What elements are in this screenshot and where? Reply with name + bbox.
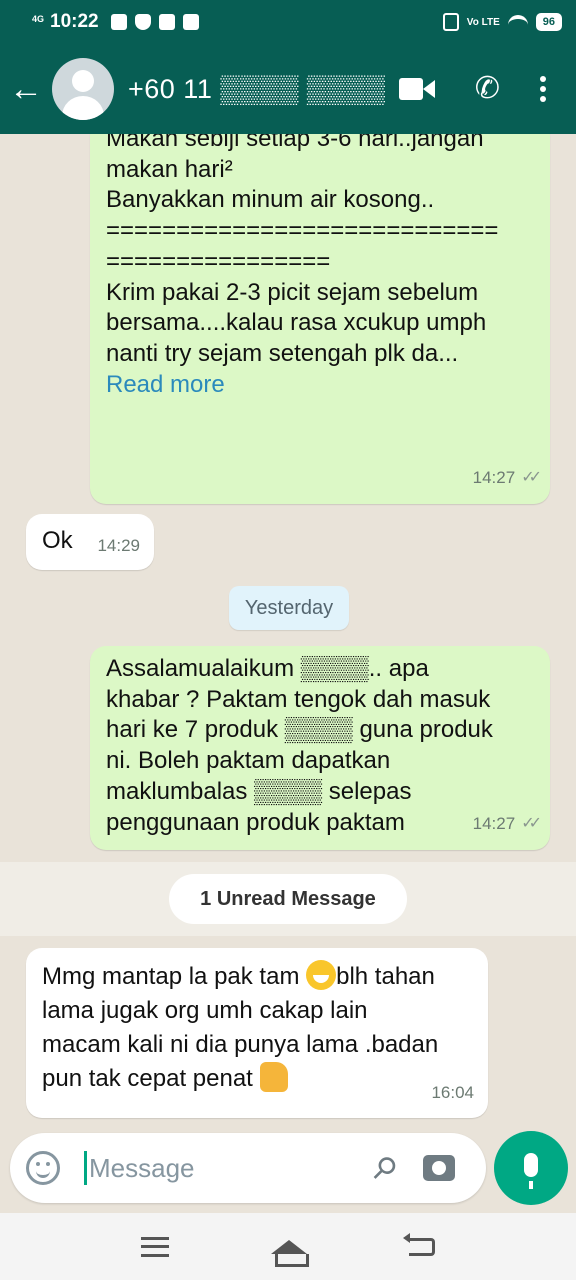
emoji-icon[interactable] [26,1151,60,1185]
paperclip-icon[interactable]: ⚲ [364,1148,404,1188]
message-line: Makan sebiji setiap 3-6 hari..jangan [106,134,484,152]
message-line: ni. Boleh paktam dapatkan [106,747,391,775]
day-divider: Yesterday [229,586,349,630]
status-bar: 4G 10:22 Vo LTE 96 [0,0,576,44]
message-compose-bar: ⚲ [10,1133,486,1203]
back-arrow-icon[interactable]: ← [4,72,48,106]
grinning-face-emoji-icon [306,960,337,990]
thumbs-up-emoji-icon [259,1062,288,1092]
more-options-icon[interactable] [540,76,546,102]
message-line: macam kali ni dia punya lama .badan [42,1031,439,1058]
video-call-icon[interactable] [398,78,435,100]
message-line: hari ke 7 produk ▒▒▒▒ guna produk [106,716,493,744]
message-time: 14:27 [472,468,516,488]
message-line: khabar ? Paktam tengok dah masuk [106,685,491,713]
message-input[interactable] [89,1152,359,1184]
message-line: Mmg mantap la pak tam [42,963,300,990]
vibrate-icon [442,13,459,31]
message-time: 16:04 [431,1083,474,1102]
read-ticks-icon: ✓✓ [521,469,542,487]
message-line: Assalamualaikum ▒▒▒▒.. apa [106,655,429,682]
voice-record-button[interactable] [494,1131,568,1205]
network-indicator: 4G [32,13,45,24]
message-line: nanti try sejam setengah plk da... [106,339,459,367]
message-bubble-incoming[interactable]: Ok 14:29 [26,514,154,570]
mail-icon-2 [182,14,199,30]
chat-header: ← +60 11 ▒▒▒▒ ▒▒▒▒ ✆ [0,44,576,134]
chat-area[interactable]: Makan sebiji setiap 3-6 hari..jangan mak… [0,134,576,1130]
system-nav-bar [0,1213,576,1280]
shield-icon [134,14,151,30]
unread-message-label: 1 Unread Message [169,874,407,924]
message-time: 14:29 [97,536,140,556]
text-cursor [84,1151,87,1185]
message-line: penggunaan produk paktam [106,808,405,836]
message-line: Krim pakai 2-3 picit sejam sebelum [106,278,479,306]
message-bubble-outgoing[interactable]: Assalamualaikum ▒▒▒▒.. apa khabar ? Pakt… [90,646,550,850]
recent-apps-icon[interactable] [141,1236,169,1257]
back-icon[interactable] [403,1232,435,1256]
notification-icon [110,14,127,30]
message-bubble-incoming[interactable]: Mmg mantap la pak tam blh tahan lama jug… [26,948,488,1118]
message-time: 14:27 [472,814,516,834]
message-line: maklumbalas ▒▒▒▒ selepas [106,777,412,805]
message-text: Ok [42,527,73,554]
message-line: lama jugak org umh cakap lain [42,997,368,1024]
contact-name[interactable]: +60 11 ▒▒▒▒ ▒▒▒▒ [128,74,385,105]
volte-indicator: Vo LTE [466,16,500,28]
mail-icon [158,14,175,30]
message-line: blh tahan [336,963,435,990]
read-more-link[interactable]: Read more [106,370,534,401]
message-bubble-outgoing[interactable]: Makan sebiji setiap 3-6 hari..jangan mak… [90,134,550,504]
message-line: ================ [106,247,331,275]
battery-indicator: 96 [535,13,562,31]
voice-call-icon[interactable]: ✆ [475,74,500,104]
status-time: 10:22 [50,11,99,32]
message-line: ============================ [106,217,499,245]
message-line: makan hari² [106,155,233,183]
message-line: pun tak cepat penat [42,1065,253,1092]
avatar[interactable] [52,58,114,120]
camera-icon[interactable] [422,1155,455,1181]
message-line: bersama....kalau rasa xcukup umph [106,309,487,337]
home-icon[interactable] [271,1239,309,1267]
wifi-icon [507,15,528,29]
read-ticks-icon: ✓✓ [521,815,542,833]
microphone-icon [524,1153,538,1189]
message-line: Banyakkan minum air kosong.. [106,186,435,214]
